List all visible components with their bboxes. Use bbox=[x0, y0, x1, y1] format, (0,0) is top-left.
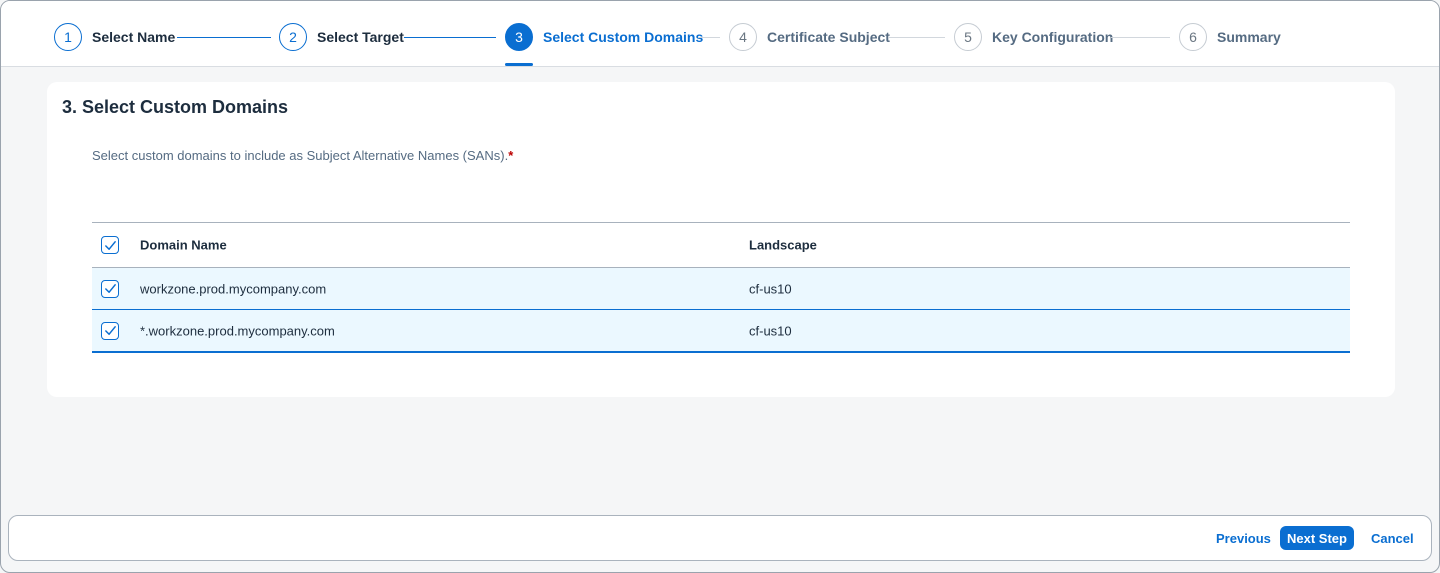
instruction-text: Select custom domains to include as Subj… bbox=[92, 148, 513, 163]
step-key-configuration[interactable]: 5 Key Configuration bbox=[954, 22, 1113, 52]
step-number: 1 bbox=[54, 23, 82, 51]
step-certificate-subject[interactable]: 4 Certificate Subject bbox=[729, 22, 890, 52]
row-checkbox[interactable] bbox=[101, 279, 119, 298]
step-connector bbox=[698, 37, 720, 38]
content-card: 3. Select Custom Domains Select custom d… bbox=[47, 82, 1395, 397]
step-summary[interactable]: 6 Summary bbox=[1179, 22, 1281, 52]
step-connector bbox=[404, 37, 496, 38]
step-label: Select Custom Domains bbox=[543, 29, 704, 45]
table-row[interactable]: *.workzone.prod.mycompany.com cf-us10 bbox=[92, 309, 1350, 353]
step-connector bbox=[888, 37, 945, 38]
domain-name-cell: workzone.prod.mycompany.com bbox=[140, 281, 327, 296]
domains-table: Domain Name Landscape workzone.prod.myco… bbox=[92, 222, 1350, 353]
domain-name-cell: *.workzone.prod.mycompany.com bbox=[140, 323, 335, 338]
active-step-indicator bbox=[505, 63, 533, 66]
step-select-name[interactable]: 1 Select Name bbox=[54, 22, 175, 52]
step-connector bbox=[1111, 37, 1170, 38]
step-label: Certificate Subject bbox=[767, 29, 890, 45]
step-number: 2 bbox=[279, 23, 307, 51]
select-all-checkbox[interactable] bbox=[101, 236, 119, 254]
step-select-target[interactable]: 2 Select Target bbox=[279, 22, 404, 52]
step-label: Key Configuration bbox=[992, 29, 1114, 45]
wizard-window: 1 Select Name 2 Select Target 3 Select C… bbox=[0, 0, 1440, 573]
wizard-footer: Previous Next Step Cancel bbox=[8, 515, 1432, 561]
landscape-cell: cf-us10 bbox=[749, 323, 792, 338]
step-label: Summary bbox=[1217, 29, 1281, 45]
next-step-button[interactable]: Next Step bbox=[1280, 526, 1354, 550]
landscape-cell: cf-us10 bbox=[749, 281, 792, 296]
column-header-domain-name[interactable]: Domain Name bbox=[140, 238, 227, 253]
table-header: Domain Name Landscape bbox=[92, 222, 1350, 267]
step-select-custom-domains[interactable]: 3 Select Custom Domains bbox=[505, 22, 703, 52]
step-label: Select Name bbox=[92, 29, 176, 45]
step-number: 5 bbox=[954, 23, 982, 51]
step-label: Select Target bbox=[317, 29, 404, 45]
checkmark-icon bbox=[104, 284, 116, 293]
cancel-button[interactable]: Cancel bbox=[1364, 526, 1421, 550]
row-checkbox[interactable] bbox=[101, 321, 119, 340]
step-connector bbox=[177, 37, 271, 38]
previous-button[interactable]: Previous bbox=[1209, 526, 1278, 550]
column-header-landscape[interactable]: Landscape bbox=[749, 238, 817, 253]
required-marker: * bbox=[508, 148, 514, 163]
step-number: 6 bbox=[1179, 23, 1207, 51]
step-number: 4 bbox=[729, 23, 757, 51]
checkmark-icon bbox=[104, 240, 116, 250]
table-row[interactable]: workzone.prod.mycompany.com cf-us10 bbox=[92, 267, 1350, 309]
checkmark-icon bbox=[104, 326, 116, 335]
instruction-label: Select custom domains to include as Subj… bbox=[92, 148, 509, 163]
step-number: 3 bbox=[505, 23, 533, 51]
page-title: 3. Select Custom Domains bbox=[62, 97, 289, 117]
wizard-stepper: 1 Select Name 2 Select Target 3 Select C… bbox=[1, 1, 1439, 67]
